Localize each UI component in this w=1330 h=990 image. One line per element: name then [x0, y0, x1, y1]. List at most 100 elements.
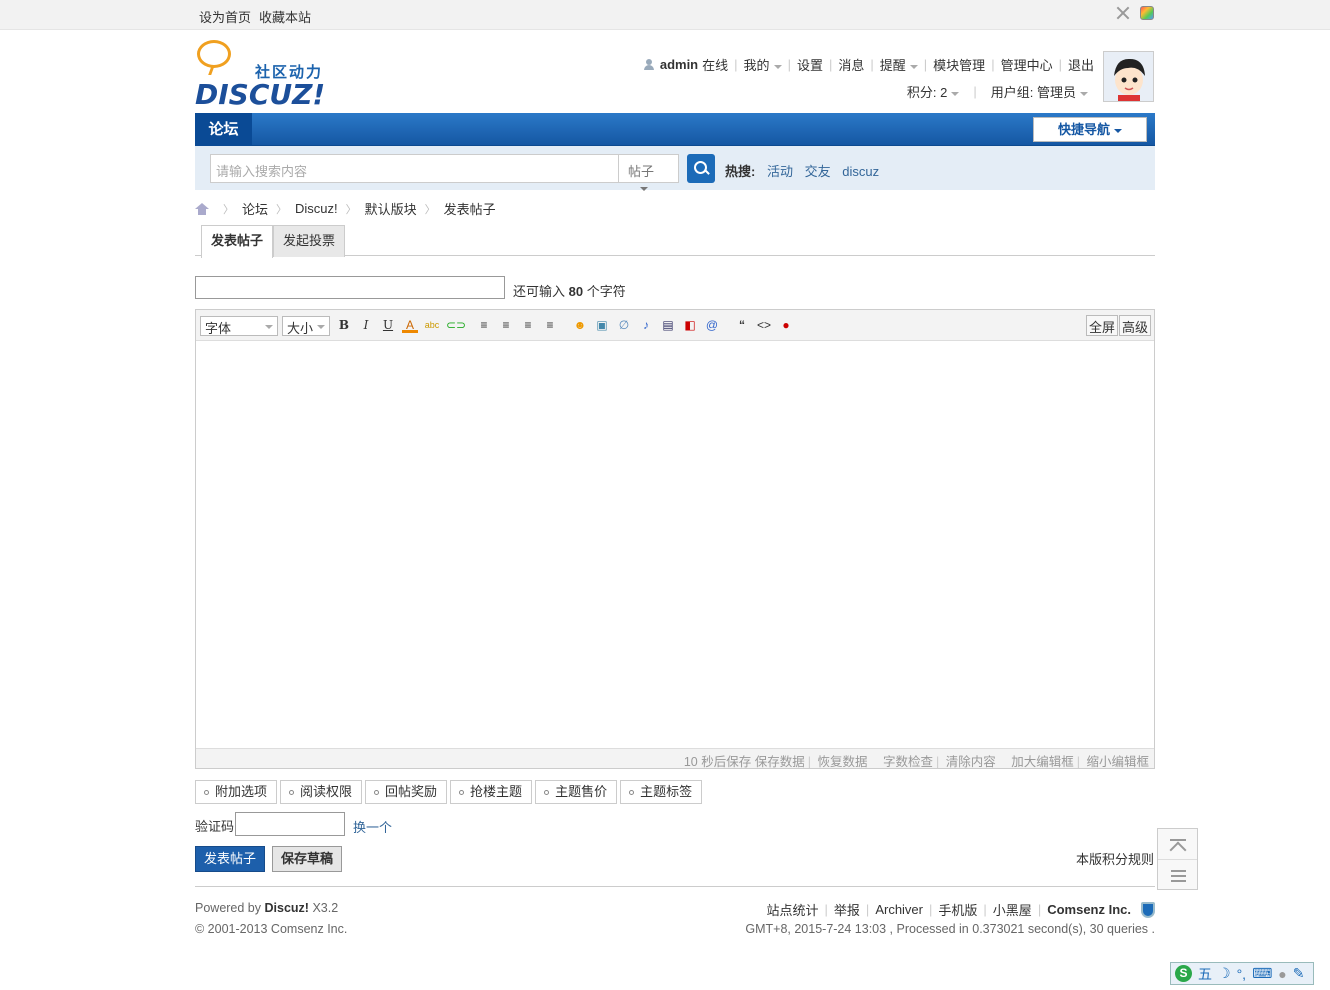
credit-rules-link[interactable]: 本版积分规则: [1076, 849, 1154, 868]
bold-icon[interactable]: B: [336, 317, 352, 333]
option-tags[interactable]: 主题标签: [620, 780, 703, 804]
half-width-icon[interactable]: ☽: [1218, 965, 1231, 982]
advanced-button[interactable]: 高级: [1119, 315, 1152, 336]
logout-link[interactable]: 退出: [1068, 55, 1094, 74]
color-theme-icon[interactable]: [1140, 6, 1154, 20]
save-draft-button[interactable]: 保存草稿: [272, 846, 342, 872]
background-color-icon[interactable]: abc: [424, 317, 440, 333]
my-menu[interactable]: 我的: [744, 55, 782, 74]
footer-link[interactable]: 站点统计: [767, 900, 819, 919]
breadcrumb-item[interactable]: 默认版块: [365, 199, 417, 218]
messages-link[interactable]: 消息: [838, 55, 864, 74]
username-link[interactable]: admin: [660, 57, 698, 72]
size-select[interactable]: 大小: [282, 316, 330, 336]
search-button[interactable]: [687, 154, 715, 183]
punctuation-icon[interactable]: °,: [1237, 966, 1247, 982]
bookmark-link[interactable]: 收藏本站: [259, 7, 311, 26]
word-check-link[interactable]: 字数检查: [883, 755, 933, 769]
ime-toolbar[interactable]: S 五 ☽ °, ⌨ ● ✎: [1170, 962, 1314, 985]
quote-icon[interactable]: “: [734, 317, 750, 333]
underline-icon[interactable]: U: [380, 317, 396, 333]
avatar-image: [1104, 52, 1153, 101]
option-read-perm[interactable]: 阅读权限: [280, 780, 363, 804]
editor-textarea[interactable]: [196, 341, 1154, 748]
home-icon[interactable]: [195, 202, 209, 215]
user-group-menu[interactable]: 用户组: 管理员: [991, 82, 1088, 101]
smiley-icon[interactable]: ☻: [572, 317, 588, 333]
powered-by: Powered by Discuz! X3.2: [195, 901, 339, 915]
list-icon[interactable]: [1158, 860, 1197, 890]
hot-searches: 热搜: 活动 交友 discuz: [725, 161, 887, 180]
align-left-icon[interactable]: ≡: [476, 317, 492, 333]
align-justify-icon[interactable]: ≡: [520, 317, 536, 333]
footer-link[interactable]: 举报: [834, 900, 860, 919]
option-price[interactable]: 主题售价: [535, 780, 618, 804]
ime-mode[interactable]: 五: [1198, 964, 1212, 984]
code-icon[interactable]: <>: [756, 317, 772, 333]
font-select[interactable]: 字体: [200, 316, 278, 336]
tab-new-poll[interactable]: 发起投票: [273, 225, 346, 257]
fullscreen-button[interactable]: 全屏: [1086, 315, 1119, 336]
hot-item[interactable]: 交友: [805, 164, 831, 179]
tools-icon[interactable]: ✎: [1293, 965, 1305, 982]
video-icon[interactable]: ▤: [660, 317, 676, 333]
chevron-down-icon: [640, 186, 648, 191]
brand-link[interactable]: Discuz!: [265, 901, 309, 915]
quick-nav-button[interactable]: 快捷导航: [1033, 117, 1147, 142]
restore-data-link[interactable]: 恢复数据: [817, 755, 867, 769]
site-logo[interactable]: 社区动力 DISCUZ!: [195, 40, 335, 111]
tab-new-thread[interactable]: 发表帖子: [201, 225, 274, 258]
link-icon[interactable]: ⊂⊃: [446, 317, 466, 333]
chevron-down-icon: [909, 64, 918, 69]
expand-icon[interactable]: [1116, 6, 1130, 20]
font-color-icon[interactable]: A: [402, 317, 418, 333]
subject-input[interactable]: [195, 276, 505, 299]
admin-center-link[interactable]: 管理中心: [1001, 55, 1053, 74]
footer-link[interactable]: 小黑屋: [993, 900, 1032, 919]
module-mgmt-link[interactable]: 模块管理: [933, 55, 985, 74]
nav-forum[interactable]: 论坛: [195, 113, 252, 146]
chevron-down-icon: [773, 64, 782, 69]
captcha-input[interactable]: [235, 812, 345, 836]
company-link[interactable]: Comsenz Inc.: [1047, 902, 1131, 917]
shrink-editor-link[interactable]: 缩小编辑框: [1086, 755, 1149, 769]
credits-menu[interactable]: 积分: 2: [907, 82, 960, 101]
search-type-select[interactable]: 帖子: [618, 154, 679, 191]
hot-item[interactable]: 活动: [767, 164, 793, 179]
chevron-down-icon: [265, 325, 273, 329]
reminders-menu[interactable]: 提醒: [880, 55, 918, 74]
enlarge-editor-link[interactable]: 加大编辑框: [1011, 755, 1074, 769]
attachment-icon[interactable]: ∅: [616, 317, 632, 333]
breadcrumb-item[interactable]: Discuz!: [295, 201, 338, 216]
submit-post-button[interactable]: 发表帖子: [195, 846, 265, 872]
flash-icon[interactable]: ◧: [682, 317, 698, 333]
user-icon: [643, 59, 654, 70]
user-icon[interactable]: ●: [1278, 966, 1286, 982]
align-center-icon[interactable]: ≡: [498, 317, 514, 333]
image-icon[interactable]: ▣: [594, 317, 610, 333]
music-icon[interactable]: ♪: [638, 317, 654, 333]
option-reply-reward[interactable]: 回帖奖励: [365, 780, 448, 804]
avatar[interactable]: [1103, 51, 1154, 102]
align-right-icon[interactable]: ≡: [542, 317, 558, 333]
set-home-link[interactable]: 设为首页: [199, 7, 251, 26]
breadcrumb-item[interactable]: 论坛: [242, 199, 268, 218]
qq-icon[interactable]: ●: [778, 317, 794, 333]
captcha-change-link[interactable]: 换一个: [353, 817, 392, 836]
footer-link[interactable]: 手机版: [938, 900, 977, 919]
option-extra[interactable]: 附加选项: [195, 780, 278, 804]
hot-item[interactable]: discuz: [842, 164, 879, 179]
option-floor-thread[interactable]: 抢楼主题: [450, 780, 533, 804]
search-input[interactable]: 请输入搜索内容: [210, 154, 619, 183]
back-to-top-icon[interactable]: [1158, 829, 1197, 860]
italic-icon[interactable]: I: [358, 317, 374, 333]
footer-link[interactable]: Archiver: [875, 902, 923, 917]
shield-icon[interactable]: [1141, 901, 1155, 918]
keyboard-icon[interactable]: ⌨: [1252, 965, 1272, 982]
save-data-link[interactable]: 保存数据: [755, 755, 805, 769]
clear-content-link[interactable]: 清除内容: [946, 755, 996, 769]
main-nav: 论坛 快捷导航: [195, 113, 1155, 146]
at-icon[interactable]: @: [704, 317, 720, 333]
sogou-icon[interactable]: S: [1175, 965, 1192, 982]
settings-link[interactable]: 设置: [797, 55, 823, 74]
